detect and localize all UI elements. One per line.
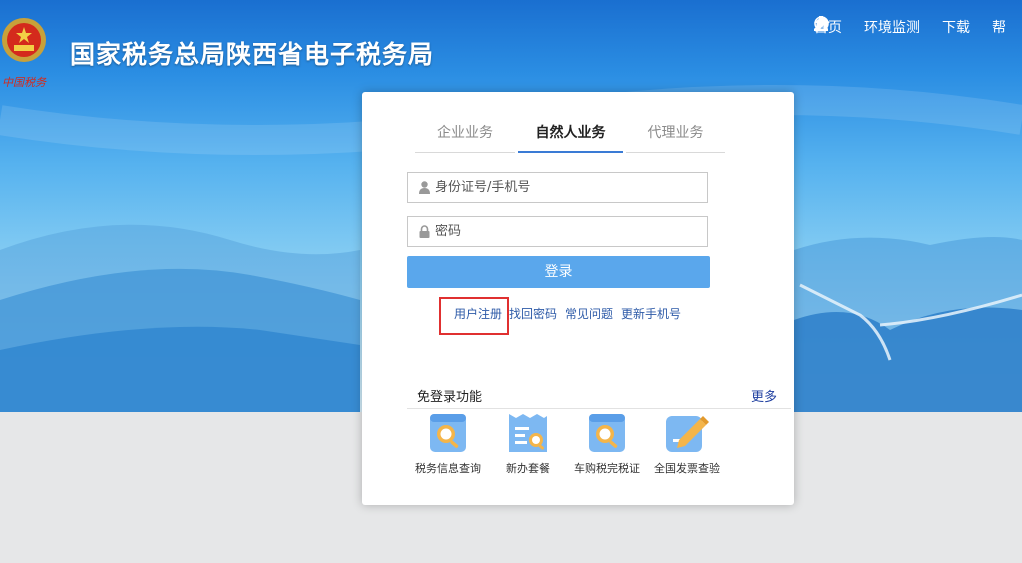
- nav-env-check-label: 环境监测: [864, 20, 920, 36]
- func-label: 新办套餐: [506, 462, 550, 475]
- password-input[interactable]: [435, 224, 675, 239]
- nav-download[interactable]: 下载: [814, 16, 970, 37]
- func-new-package[interactable]: 新办套餐: [483, 412, 573, 476]
- national-emblem-icon: 中国税务: [0, 14, 50, 88]
- recover-password-link[interactable]: 找回密码: [509, 305, 557, 322]
- func-tax-info-query[interactable]: 税务信息查询: [403, 412, 493, 476]
- faq-link[interactable]: 常见问题: [565, 305, 613, 322]
- more-link[interactable]: 更多: [751, 386, 777, 405]
- func-vehicle-tax-cert[interactable]: 车购税完税证: [562, 412, 652, 476]
- invoice-check-icon: [666, 416, 709, 452]
- username-field: [407, 172, 708, 203]
- login-tabs: 企业业务 自然人业务 代理业务: [415, 116, 725, 154]
- func-invoice-check[interactable]: 全国发票查验: [642, 412, 732, 476]
- tab-enterprise[interactable]: 企业业务: [415, 116, 515, 153]
- site-title: 国家税务总局陕西省电子税务局: [70, 40, 435, 69]
- register-highlight-box: [439, 297, 509, 335]
- update-phone-link[interactable]: 更新手机号: [621, 305, 681, 322]
- nav-help-label: 帮: [992, 20, 1006, 36]
- free-login-title: 免登录功能: [417, 390, 483, 405]
- login-button[interactable]: 登录: [407, 256, 710, 288]
- tab-individual[interactable]: 自然人业务: [518, 116, 623, 153]
- nav-env-check[interactable]: 环境监测: [814, 16, 920, 37]
- func-label: 全国发票查验: [654, 462, 720, 475]
- username-input[interactable]: [435, 180, 675, 195]
- user-icon: [419, 181, 430, 194]
- login-card: 企业业务 自然人业务 代理业务 登录 用户注册 找回密码 常见问题 更新手机号 …: [362, 92, 794, 505]
- nav-download-label: 下载: [942, 20, 970, 36]
- svg-text:中国税务: 中国税务: [2, 76, 47, 88]
- vehicle-tax-icon: [589, 414, 625, 452]
- lock-icon: [419, 225, 430, 238]
- search-doc-icon: [430, 414, 466, 452]
- top-navigation: 首页 环境监测 下载 帮: [814, 16, 1022, 38]
- divider: [407, 408, 791, 409]
- func-label: 车购税完税证: [574, 462, 640, 475]
- nav-help[interactable]: 帮: [814, 16, 1022, 37]
- new-package-icon: [509, 414, 547, 452]
- func-label: 税务信息查询: [415, 462, 481, 475]
- password-field: [407, 216, 708, 247]
- tab-agent[interactable]: 代理业务: [626, 116, 725, 153]
